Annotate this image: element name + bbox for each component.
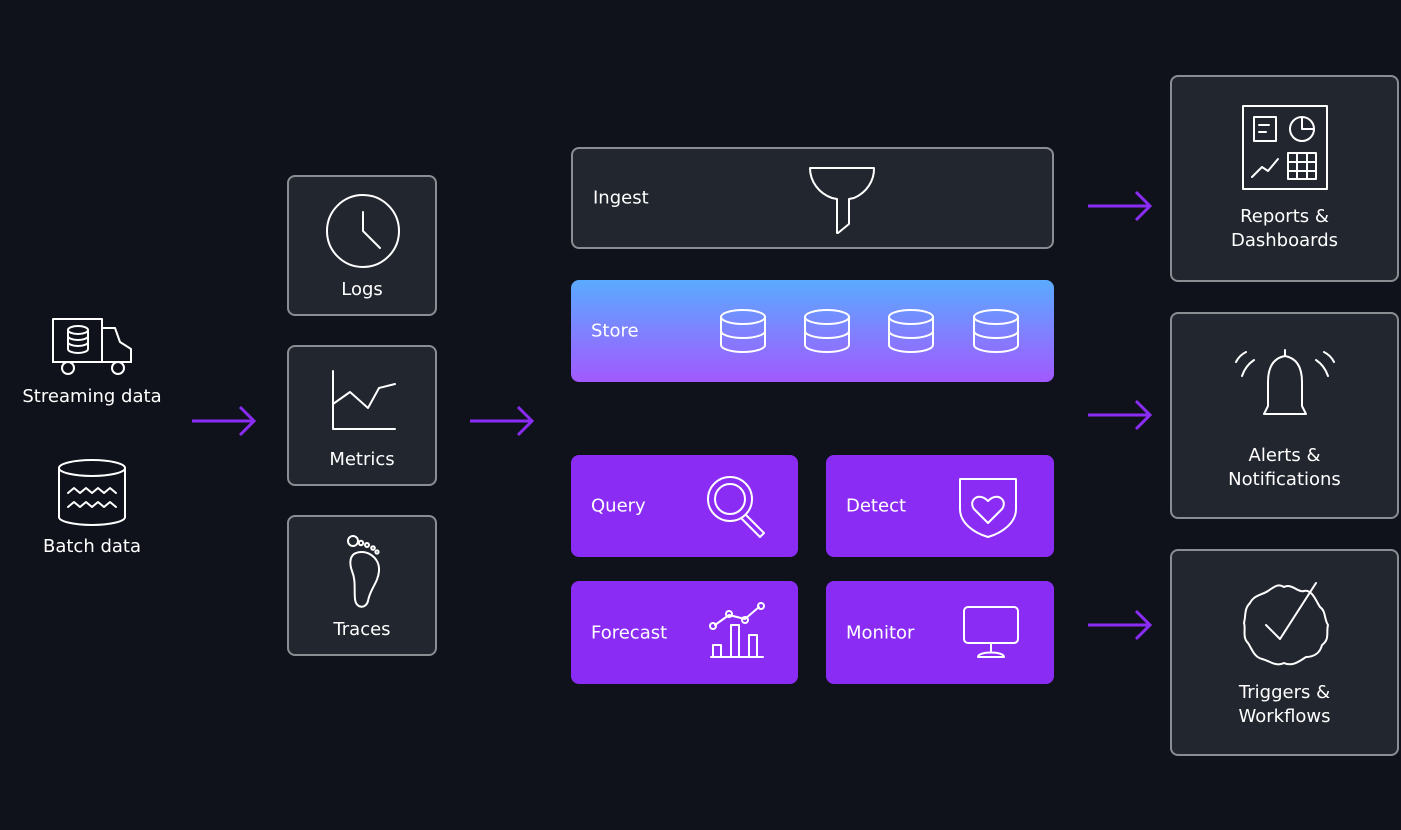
stage-forecast: Forecast <box>571 581 798 684</box>
signal-metrics: Metrics <box>287 345 437 486</box>
database-icon <box>888 309 934 353</box>
signal-label: Traces <box>333 619 391 640</box>
source-batch-data: Batch data <box>0 455 184 565</box>
source-label: Streaming data <box>22 386 162 407</box>
line-chart-icon <box>332 370 396 430</box>
bell-icon <box>1235 349 1335 415</box>
stage-label: Monitor <box>846 622 915 643</box>
stage-query: Query <box>571 455 798 557</box>
output-label: Reports & Dashboards <box>1230 206 1339 251</box>
clock-icon <box>326 194 400 268</box>
stage-label: Forecast <box>591 622 668 643</box>
output-reports-dashboards: Reports & Dashboards <box>1170 75 1399 282</box>
shield-heart-icon <box>959 478 1017 538</box>
bar-line-chart-icon <box>709 602 765 658</box>
arrow-right-icon <box>470 405 535 437</box>
source-streaming-data: Streaming data <box>0 310 184 410</box>
arrow-right-icon <box>192 405 257 437</box>
output-label: Triggers & Workflows <box>1238 682 1331 727</box>
data-lake-icon <box>58 459 126 526</box>
stage-ingest: Ingest <box>571 147 1054 249</box>
signal-traces: Traces <box>287 515 437 656</box>
signal-logs: Logs <box>287 175 437 316</box>
truck-database-icon <box>52 318 132 375</box>
badge-check-icon <box>1243 582 1329 666</box>
arrow-right-icon <box>1088 190 1153 222</box>
stage-store: Store <box>571 280 1054 382</box>
magnifier-icon <box>707 476 765 538</box>
stage-monitor: Monitor <box>826 581 1054 684</box>
arrow-right-icon <box>1088 609 1153 641</box>
signal-label: Metrics <box>329 449 395 470</box>
funnel-icon <box>808 167 876 234</box>
database-icon <box>720 309 766 353</box>
dashboard-icon <box>1242 105 1328 190</box>
output-triggers-workflows: Triggers & Workflows <box>1170 549 1399 756</box>
stage-label: Store <box>591 320 639 342</box>
arrow-right-icon <box>1088 399 1153 431</box>
monitor-icon <box>963 606 1019 658</box>
signal-label: Logs <box>341 279 383 300</box>
stage-detect: Detect <box>826 455 1054 557</box>
output-label: Alerts & Notifications <box>1228 445 1341 490</box>
source-label: Batch data <box>42 536 141 557</box>
database-icon <box>804 309 850 353</box>
database-icon <box>973 309 1019 353</box>
stage-label: Ingest <box>593 187 649 209</box>
stage-label: Query <box>591 495 646 517</box>
output-alerts-notifications: Alerts & Notifications <box>1170 312 1399 519</box>
stage-label: Detect <box>846 495 907 517</box>
footprint-icon <box>347 535 381 608</box>
